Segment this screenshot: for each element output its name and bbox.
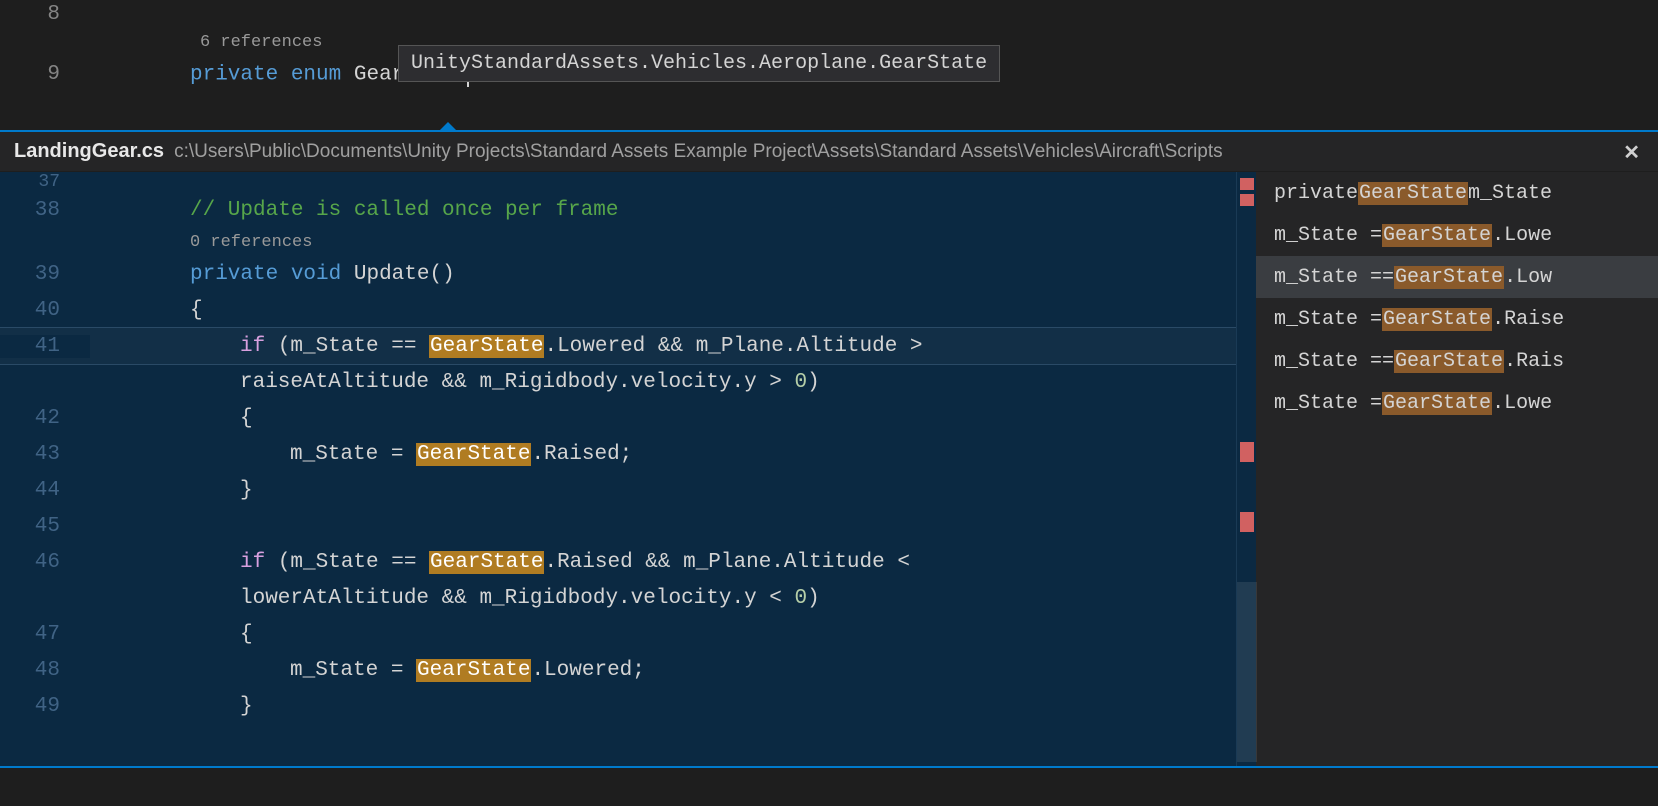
highlight-gearstate: GearState	[1382, 392, 1492, 415]
keyword-void: void	[291, 263, 341, 286]
code-content[interactable]: m_State = GearState.Raised;	[90, 443, 1236, 466]
codelens-line: 0 references	[0, 228, 1236, 256]
keyword-private: private	[190, 64, 278, 87]
code-content[interactable]: lowerAtAltitude && m_Rigidbody.velocity.…	[90, 587, 1236, 610]
line-number: 39	[0, 263, 90, 286]
code-content[interactable]: {	[90, 299, 1236, 322]
code-line: 46 if (m_State == GearState.Raised && m_…	[0, 544, 1236, 580]
highlight-gearstate: GearState	[1382, 224, 1492, 247]
peek-indicator-icon	[440, 122, 456, 130]
code-content[interactable]: raiseAtAltitude && m_Rigidbody.velocity.…	[90, 371, 1236, 394]
keyword-if: if	[240, 335, 265, 358]
hover-tooltip: UnityStandardAssets.Vehicles.Aeroplane.G…	[398, 45, 1000, 82]
code-content[interactable]: }	[90, 479, 1236, 502]
code-line: 48 m_State = GearState.Lowered;	[0, 652, 1236, 688]
highlight-gearstate: GearState	[1382, 308, 1492, 331]
peek-reference-item[interactable]: m_State = GearState.Lowe	[1256, 382, 1658, 424]
peek-editor[interactable]: 37 38 // Update is called once per frame…	[0, 172, 1236, 766]
peek-filepath: c:\Users\Public\Documents\Unity Projects…	[174, 141, 1223, 163]
code-line: 40 {	[0, 292, 1236, 328]
overview-ruler[interactable]	[1236, 172, 1256, 766]
codelens-references[interactable]: 0 references	[90, 233, 1236, 252]
highlight-gearstate: GearState	[1394, 266, 1504, 289]
line-number: 9	[0, 63, 90, 86]
keyword-enum: enum	[291, 64, 341, 87]
code-line: lowerAtAltitude && m_Rigidbody.velocity.…	[0, 580, 1236, 616]
peek-reference-item[interactable]: m_State == GearState.Rais	[1256, 340, 1658, 382]
ruler-marker[interactable]	[1240, 512, 1254, 532]
code-line: 42 {	[0, 400, 1236, 436]
keyword-if: if	[240, 551, 265, 574]
code-line: 39 private void Update()	[0, 256, 1236, 292]
code-line: 49 }	[0, 688, 1236, 724]
code-content[interactable]: // Update is called once per frame	[90, 199, 1236, 222]
peek-reference-item[interactable]: private GearState m_State	[1256, 172, 1658, 214]
highlight-gearstate: GearState	[416, 659, 531, 682]
peek-reference-item[interactable]: m_State = GearState.Lowe	[1256, 214, 1658, 256]
line-number: 45	[0, 515, 90, 538]
peek-reference-list[interactable]: private GearState m_Statem_State = GearS…	[1256, 172, 1658, 766]
line-number: 49	[0, 695, 90, 718]
peek-file-header: LandingGear.cs c:\Users\Public\Documents…	[0, 132, 1658, 172]
line-number: 41	[0, 335, 90, 358]
keyword-private: private	[190, 263, 278, 286]
method-update: Update	[354, 263, 430, 286]
ruler-marker[interactable]	[1240, 442, 1254, 462]
code-line: raiseAtAltitude && m_Rigidbody.velocity.…	[0, 364, 1236, 400]
code-content[interactable]: private void Update()	[90, 263, 1236, 286]
code-content[interactable]: }	[90, 695, 1236, 718]
ruler-marker[interactable]	[1240, 178, 1254, 190]
peek-reference-item[interactable]: m_State == GearState.Low	[1256, 256, 1658, 298]
line-number: 48	[0, 659, 90, 682]
ruler-marker[interactable]	[1240, 194, 1254, 206]
close-icon[interactable]: ✕	[1623, 140, 1640, 165]
peek-filename[interactable]: LandingGear.cs	[14, 140, 164, 163]
code-line: 43 m_State = GearState.Raised;	[0, 436, 1236, 472]
code-content[interactable]: if (m_State == GearState.Lowered && m_Pl…	[90, 335, 1236, 358]
ruler-thumb[interactable]	[1237, 582, 1257, 762]
highlight-gearstate: GearState	[1394, 350, 1504, 373]
line-number: 42	[0, 407, 90, 430]
line-number: 43	[0, 443, 90, 466]
line-number: 47	[0, 623, 90, 646]
comment: // Update is called once per frame	[190, 199, 618, 222]
code-line: 44 }	[0, 472, 1236, 508]
line-number: 8	[0, 3, 90, 26]
code-line: 8	[0, 0, 1658, 28]
code-content[interactable]: {	[90, 623, 1236, 646]
highlight-gearstate: GearState	[429, 551, 544, 574]
peek-body: 37 38 // Update is called once per frame…	[0, 172, 1658, 766]
line-number: 38	[0, 199, 90, 222]
line-number: 40	[0, 299, 90, 322]
code-line: 47 {	[0, 616, 1236, 652]
code-content[interactable]: if (m_State == GearState.Raised && m_Pla…	[90, 551, 1236, 574]
line-number: 46	[0, 551, 90, 574]
code-line: 45	[0, 508, 1236, 544]
code-line-current: 41 if (m_State == GearState.Lowered && m…	[0, 328, 1236, 364]
highlight-gearstate: GearState	[416, 443, 531, 466]
definition-pane: 8 6 references 9 private enum GearState …	[0, 0, 1658, 130]
highlight-gearstate: GearState	[429, 335, 544, 358]
code-line: 38 // Update is called once per frame	[0, 192, 1236, 228]
code-content[interactable]: {	[90, 407, 1236, 430]
peek-divider-bottom	[0, 766, 1658, 768]
line-number: 44	[0, 479, 90, 502]
line-number: 37	[0, 172, 90, 192]
code-content[interactable]: m_State = GearState.Lowered;	[90, 659, 1236, 682]
highlight-gearstate: GearState	[1358, 182, 1468, 205]
peek-reference-item[interactable]: m_State = GearState.Raise	[1256, 298, 1658, 340]
